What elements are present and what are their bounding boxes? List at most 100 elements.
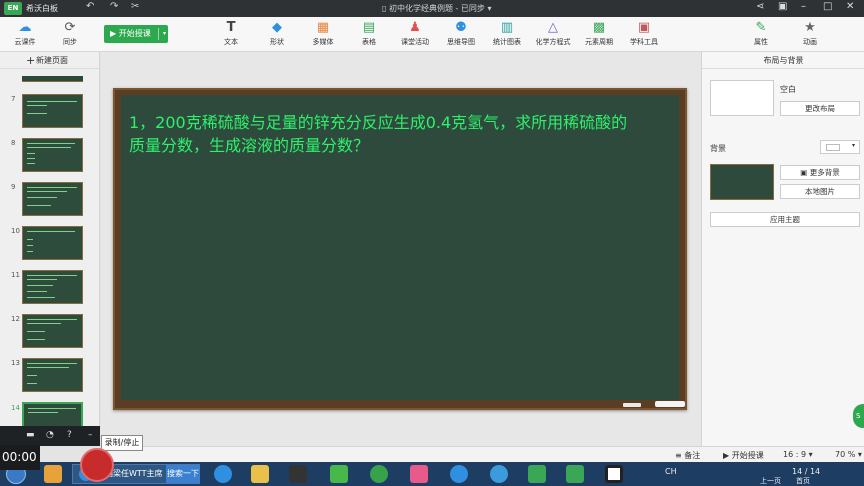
panel-title: 布局与背景: [702, 52, 864, 69]
help-icon[interactable]: ?: [67, 430, 72, 440]
ie-icon[interactable]: [450, 465, 468, 483]
play-icon: ▶: [723, 451, 732, 460]
shape-tool[interactable]: ◆ 形状: [257, 20, 297, 47]
change-layout-button[interactable]: 更改布局: [780, 101, 860, 116]
chart-icon: ▥: [500, 20, 514, 35]
folder-icon[interactable]: ▬: [26, 430, 35, 440]
local-image-button[interactable]: 本地图片: [780, 184, 860, 199]
shape-icon: ◆: [272, 20, 282, 35]
cut-icon[interactable]: ✂: [131, 1, 139, 12]
play-icon: ▶: [110, 29, 119, 38]
prev-page-button[interactable]: 上一页: [760, 476, 781, 486]
title-bar: EN 希沃白板 ↶ ↷ ✂ ▯ 初中化学经典例题 - 已同步 ▾ ⋖ ▣ – □…: [0, 0, 864, 17]
mindmap-tool[interactable]: ⚉ 思维导图: [441, 20, 481, 47]
minimize-icon[interactable]: –: [801, 1, 806, 12]
first-page-button[interactable]: 首页: [796, 476, 810, 486]
image-icon: ▣: [800, 168, 810, 177]
page-thumbnails-panel: + 新建页面 7 8 9 10 11 12 13 14: [0, 52, 100, 446]
browser-360-icon[interactable]: [370, 465, 388, 483]
app-logo: EN: [4, 2, 22, 15]
new-page-button[interactable]: + 新建页面: [0, 52, 99, 69]
media-player-icon[interactable]: [289, 465, 307, 483]
layout-background-panel: 布局与背景 空白 更改布局 背景 ▾ ▣ 更多背景 本地图片 应用主题: [701, 52, 864, 446]
taskbar-search[interactable]: 搜索一下: [166, 465, 200, 483]
cloud-button[interactable]: ☁ 云课件: [5, 20, 45, 47]
record-button[interactable]: [80, 448, 114, 482]
document-icon: ▯: [382, 4, 389, 13]
aspect-ratio-select[interactable]: 16 : 9 ▾: [783, 450, 813, 459]
close-icon[interactable]: ✕: [846, 1, 854, 12]
seewo-icon[interactable]: [566, 465, 584, 483]
chalk-icon: [623, 403, 641, 407]
class-activity-tool[interactable]: ♟ 课堂活动: [395, 20, 435, 47]
flask-icon: △: [548, 20, 558, 35]
background-color-select[interactable]: ▾: [820, 140, 860, 154]
page-thumbnail[interactable]: 12: [11, 314, 83, 348]
chat-icon[interactable]: [490, 465, 508, 483]
start-teaching-button[interactable]: ▶ 开始授课 ▾: [104, 25, 168, 43]
page-thumbnail[interactable]: 13: [11, 358, 83, 392]
document-title[interactable]: ▯ 初中化学经典例题 - 已同步 ▾: [382, 3, 492, 14]
record-icon[interactable]: [605, 465, 623, 483]
record-tooltip: 录制/停止: [101, 435, 143, 451]
subject-tools[interactable]: ▣ 学科工具: [624, 20, 664, 47]
sync-icon: ⟳: [64, 20, 76, 35]
folder-icon[interactable]: [251, 465, 269, 483]
page-thumbnail[interactable]: 10: [11, 226, 83, 260]
chevron-down-icon: ▾: [855, 450, 862, 459]
undo-icon[interactable]: ↶: [86, 1, 94, 12]
color-swatch: [826, 144, 840, 151]
plus-icon: +: [26, 54, 36, 67]
wps-icon[interactable]: [410, 465, 428, 483]
language-indicator[interactable]: CH: [665, 467, 677, 476]
notes-button[interactable]: ≡ 备注: [675, 450, 700, 461]
animation-button[interactable]: ★ 动画: [790, 20, 830, 47]
zoom-select[interactable]: 70 % ▾: [835, 450, 862, 459]
page-thumbnail[interactable]: [22, 76, 83, 82]
page-thumbnail[interactable]: 7: [11, 94, 83, 128]
sync-button[interactable]: ⟳ 同步: [50, 20, 90, 47]
ie-icon[interactable]: [214, 465, 232, 483]
table-tool[interactable]: ▤ 表格: [349, 20, 389, 47]
chevron-down-icon: ▾: [806, 450, 813, 459]
chevron-down-icon[interactable]: ▾: [163, 25, 166, 43]
app-name: 希沃白板: [26, 4, 58, 13]
periodic-table-tool[interactable]: ▩ 元素周期: [579, 20, 619, 47]
eraser-icon: [655, 401, 685, 407]
text-icon: T: [226, 20, 236, 35]
app-icon[interactable]: [44, 465, 62, 483]
page-thumbnail[interactable]: 8: [11, 138, 83, 172]
assistant-bubble[interactable]: S: [853, 404, 864, 428]
minimize-icon[interactable]: –: [88, 430, 93, 440]
activity-icon: ♟: [409, 20, 421, 35]
page-counter: 14 / 14: [792, 467, 821, 476]
text-tool[interactable]: T 文本: [211, 20, 251, 47]
slide-question-text[interactable]: 1，200克稀硫酸与足量的锌充分反应生成0.4克氢气，求所用稀硫酸的质量分数，生…: [129, 111, 629, 157]
brush-icon: ✎: [755, 20, 767, 35]
properties-button[interactable]: ✎ 属性: [741, 20, 781, 47]
layout-preview[interactable]: [710, 80, 774, 116]
video-player-icon[interactable]: [528, 465, 546, 483]
chem-equation-tool[interactable]: △ 化学方程式: [533, 20, 573, 47]
table-icon: ▤: [362, 20, 376, 35]
periodic-table-icon: ▩: [592, 20, 606, 35]
media-tool[interactable]: ▦ 多媒体: [303, 20, 343, 47]
recording-timer: 00:00: [0, 445, 40, 470]
media-icon: ▦: [316, 20, 330, 35]
redo-icon[interactable]: ↷: [110, 1, 118, 12]
skin-icon[interactable]: ▣: [778, 1, 787, 12]
page-thumbnail[interactable]: 11: [11, 270, 83, 304]
chevron-down-icon: ▾: [851, 142, 855, 149]
status-start-teaching-button[interactable]: ▶ 开始授课: [723, 450, 764, 461]
maximize-icon[interactable]: □: [823, 1, 832, 12]
apply-theme-button[interactable]: 应用主题: [710, 212, 860, 227]
share-icon[interactable]: ⋖: [756, 1, 764, 12]
chart-tool[interactable]: ▥ 统计图表: [487, 20, 527, 47]
page-thumbnail[interactable]: 9: [11, 182, 83, 216]
blackboard-slide[interactable]: 1，200克稀硫酸与足量的锌充分反应生成0.4克氢气，求所用稀硫酸的质量分数，生…: [113, 88, 687, 410]
iqiyi-icon[interactable]: [330, 465, 348, 483]
background-preview[interactable]: [710, 164, 774, 200]
slide-canvas[interactable]: 1，200克稀硫酸与足量的锌充分反应生成0.4克氢气，求所用稀硫酸的质量分数，生…: [101, 52, 701, 446]
more-backgrounds-button[interactable]: ▣ 更多背景: [780, 165, 860, 180]
clock-icon[interactable]: ◔: [46, 430, 54, 440]
